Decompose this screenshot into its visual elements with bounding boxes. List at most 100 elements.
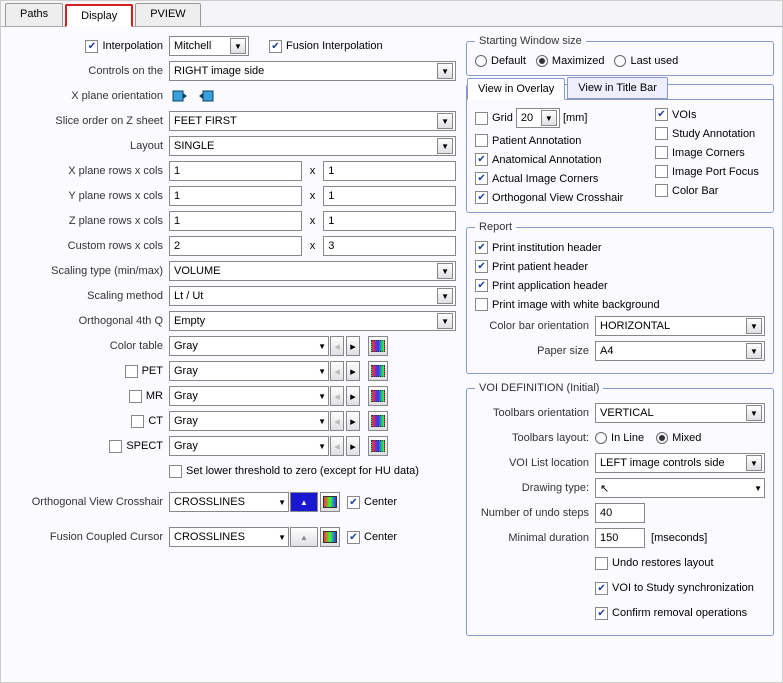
- xplane-rc-label: X plane rows x cols: [9, 165, 169, 177]
- fusion-center-checkbox[interactable]: [347, 531, 360, 544]
- window-maximized-radio[interactable]: [536, 55, 548, 67]
- print-application-checkbox[interactable]: [475, 279, 488, 292]
- chevron-down-icon: ▼: [746, 405, 762, 421]
- patient-annotation-checkbox[interactable]: [475, 134, 488, 147]
- mr-checkbox[interactable]: [129, 390, 142, 403]
- paper-size-select[interactable]: A4▼: [595, 341, 765, 361]
- scaling-method-select[interactable]: Lt / Ut▼: [169, 286, 456, 306]
- toolbars-layout-label: Toolbars layout:: [475, 432, 595, 444]
- fusion-color-button[interactable]: ▲: [290, 527, 318, 547]
- ct-next-button[interactable]: ▸: [346, 411, 360, 431]
- color-palette-button[interactable]: [368, 336, 388, 356]
- study-annotation-checkbox[interactable]: [655, 127, 668, 140]
- interpolation-select[interactable]: Mitchell▼: [169, 36, 249, 56]
- print-white-bg-checkbox[interactable]: [475, 298, 488, 311]
- tab-view-overlay[interactable]: View in Overlay: [467, 78, 565, 100]
- tab-view-titlebar[interactable]: View in Title Bar: [567, 77, 668, 99]
- fusion-cursor-label: Fusion Coupled Cursor: [9, 531, 169, 543]
- undo-steps-input[interactable]: [595, 503, 645, 523]
- ct-color-select[interactable]: Gray▼: [169, 411, 329, 431]
- mr-next-button[interactable]: ▸: [346, 386, 360, 406]
- min-duration-input[interactable]: [595, 528, 645, 548]
- layout-mixed-radio[interactable]: [656, 432, 668, 444]
- actual-corners-checkbox[interactable]: [475, 172, 488, 185]
- spect-next-button[interactable]: ▸: [346, 436, 360, 456]
- ortho-crosshair-select[interactable]: CROSSLINES▼: [169, 492, 289, 512]
- drawing-type-select[interactable]: ↖▼: [595, 478, 765, 498]
- custom-cols-input[interactable]: 3: [323, 236, 456, 256]
- orientation-right-icon[interactable]: [195, 85, 217, 107]
- ortho-crosshair-overlay-checkbox[interactable]: [475, 191, 488, 204]
- spect-palette-button[interactable]: [368, 436, 388, 456]
- fusion-interpolation-checkbox[interactable]: [269, 40, 282, 53]
- custom-rows-input[interactable]: 2: [169, 236, 302, 256]
- crosshair-color-button[interactable]: ▲: [290, 492, 318, 512]
- print-institution-checkbox[interactable]: [475, 241, 488, 254]
- pet-palette-button[interactable]: [368, 361, 388, 381]
- mr-prev-button[interactable]: ◂: [330, 386, 344, 406]
- slice-order-select[interactable]: FEET FIRST▼: [169, 111, 456, 131]
- mr-color-select[interactable]: Gray▼: [169, 386, 329, 406]
- lower-threshold-checkbox[interactable]: [169, 465, 182, 478]
- orientation-left-icon[interactable]: [169, 85, 191, 107]
- spect-prev-button[interactable]: ◂: [330, 436, 344, 456]
- toolbars-orient-select[interactable]: VERTICAL▼: [595, 403, 765, 423]
- anatomical-annotation-checkbox[interactable]: [475, 153, 488, 166]
- controls-on-select[interactable]: RIGHT image side▼: [169, 61, 456, 81]
- image-corners-checkbox[interactable]: [655, 146, 668, 159]
- pet-next-button[interactable]: ▸: [346, 361, 360, 381]
- pet-prev-button[interactable]: ◂: [330, 361, 344, 381]
- xplane-orientation-label: X plane orientation: [9, 90, 169, 102]
- tab-display[interactable]: Display: [65, 4, 133, 27]
- mr-palette-button[interactable]: [368, 386, 388, 406]
- chevron-down-icon: ▼: [437, 263, 453, 279]
- window-lastused-radio[interactable]: [614, 55, 626, 67]
- print-patient-checkbox[interactable]: [475, 260, 488, 273]
- crosshair-palette-button[interactable]: [320, 492, 340, 512]
- layout-inline-radio[interactable]: [595, 432, 607, 444]
- undo-restores-checkbox[interactable]: [595, 557, 608, 570]
- xplane-cols-input[interactable]: 1: [323, 161, 456, 181]
- window-default-radio[interactable]: [475, 55, 487, 67]
- voi-list-location-select[interactable]: LEFT image controls side▼: [595, 453, 765, 473]
- voi-definition-legend: VOI DEFINITION (Initial): [475, 382, 603, 394]
- fusion-cursor-select[interactable]: CROSSLINES▼: [169, 527, 289, 547]
- zplane-rows-input[interactable]: 1: [169, 211, 302, 231]
- ortho-4q-select[interactable]: Empty▼: [169, 311, 456, 331]
- grid-value-select[interactable]: 20▼: [516, 108, 560, 128]
- view-group: View in Overlay View in Title Bar Grid 2…: [466, 84, 774, 213]
- scaling-type-select[interactable]: VOLUME▼: [169, 261, 456, 281]
- chevron-down-icon: ▼: [437, 313, 453, 329]
- layout-select[interactable]: SINGLE▼: [169, 136, 456, 156]
- xplane-rows-input[interactable]: 1: [169, 161, 302, 181]
- grid-checkbox[interactable]: [475, 112, 488, 125]
- ct-checkbox[interactable]: [131, 415, 144, 428]
- vois-checkbox[interactable]: [655, 108, 668, 121]
- colorbar-checkbox[interactable]: [655, 184, 668, 197]
- ct-label: CT: [148, 415, 163, 427]
- color-table-select[interactable]: Gray▼: [169, 336, 329, 356]
- pet-color-select[interactable]: Gray▼: [169, 361, 329, 381]
- zplane-cols-input[interactable]: 1: [323, 211, 456, 231]
- crosshair-center-checkbox[interactable]: [347, 496, 360, 509]
- spect-color-select[interactable]: Gray▼: [169, 436, 329, 456]
- chevron-down-icon: ▼: [437, 63, 453, 79]
- port-focus-checkbox[interactable]: [655, 165, 668, 178]
- confirm-removal-checkbox[interactable]: [595, 607, 608, 620]
- slice-order-label: Slice order on Z sheet: [9, 115, 169, 127]
- next-color-button[interactable]: ▸: [346, 336, 360, 356]
- yplane-rows-input[interactable]: 1: [169, 186, 302, 206]
- ct-palette-button[interactable]: [368, 411, 388, 431]
- tab-pview[interactable]: PVIEW: [135, 3, 200, 26]
- spect-checkbox[interactable]: [109, 440, 122, 453]
- yplane-cols-input[interactable]: 1: [323, 186, 456, 206]
- prev-color-button[interactable]: ◂: [330, 336, 344, 356]
- ct-prev-button[interactable]: ◂: [330, 411, 344, 431]
- interpolation-checkbox[interactable]: [85, 40, 98, 53]
- voi-sync-checkbox[interactable]: [595, 582, 608, 595]
- colorbar-orient-select[interactable]: HORIZONTAL▼: [595, 316, 765, 336]
- starting-window-group: Starting Window size Default Maximized L…: [466, 35, 774, 76]
- pet-checkbox[interactable]: [125, 365, 138, 378]
- fusion-palette-button[interactable]: [320, 527, 340, 547]
- tab-paths[interactable]: Paths: [5, 3, 63, 26]
